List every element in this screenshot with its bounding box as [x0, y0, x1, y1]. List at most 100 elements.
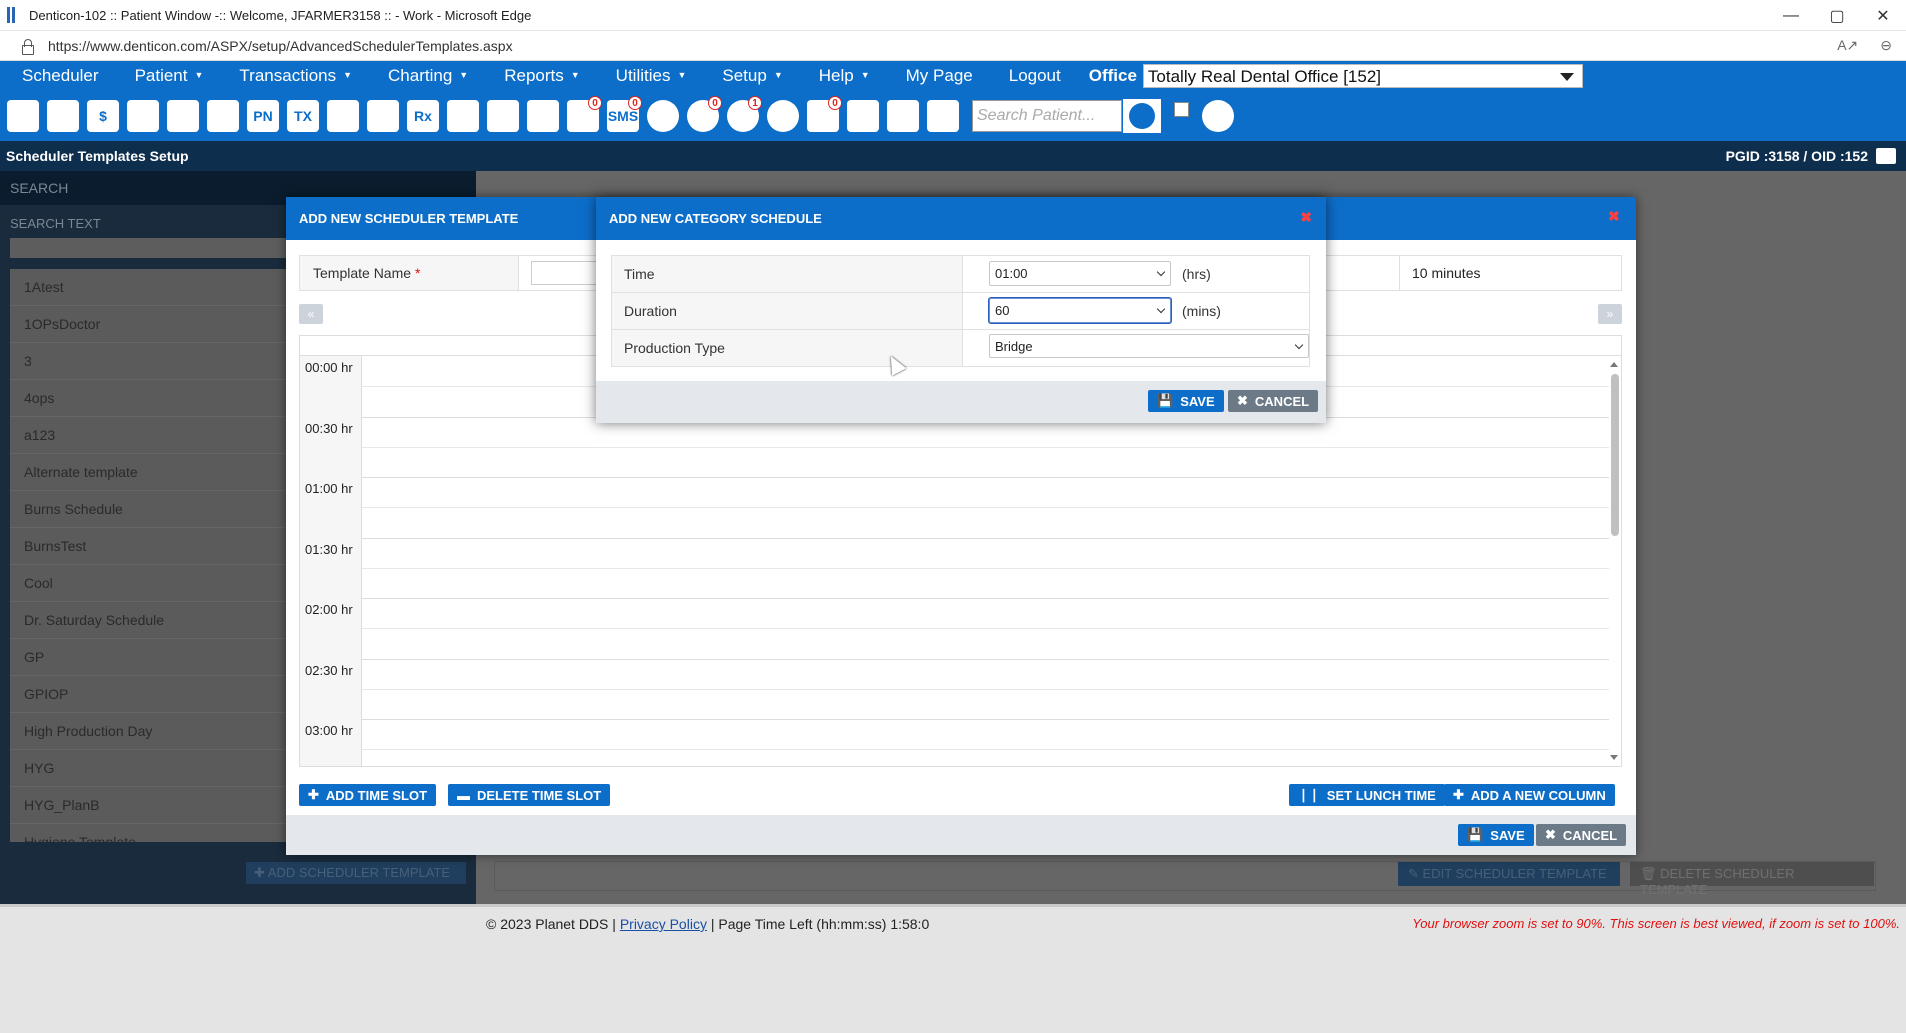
- next-columns-button[interactable]: »: [1598, 304, 1622, 324]
- menu-my-page[interactable]: My Page: [884, 66, 987, 86]
- read-aloud-icon[interactable]: A↗: [1837, 37, 1858, 54]
- delete-scheduler-template-button[interactable]: 🗑 DELETE SCHEDULER TEMPLATE: [1630, 862, 1874, 897]
- edit-scheduler-template-label: EDIT SCHEDULER TEMPLATE: [1422, 866, 1607, 881]
- add-family-icon[interactable]: [364, 96, 402, 136]
- duration-select-value: 60: [995, 303, 1010, 318]
- pn-icon[interactable]: PN: [244, 96, 282, 136]
- support-icon[interactable]: 1: [724, 96, 762, 136]
- tooth-icon[interactable]: [164, 96, 202, 136]
- set-lunch-time-button[interactable]: ❘❘ SET LUNCH TIME: [1289, 784, 1445, 806]
- template-name-text: Template Name: [313, 265, 412, 281]
- tx-icon[interactable]: TX: [284, 96, 322, 136]
- grid-scrollbar[interactable]: [1607, 356, 1621, 766]
- page-header: Scheduler Templates Setup PGID :3158 / O…: [0, 141, 1906, 171]
- scroll-up-icon[interactable]: [1610, 362, 1618, 367]
- close-window-icon[interactable]: ✕: [1860, 0, 1906, 31]
- toolbar-checkbox[interactable]: [1174, 101, 1189, 117]
- time-column: 00:00 hr 00:30 hr 01:00 hr 01:30 hr 02:00 hr…: [300, 356, 362, 766]
- print-icon[interactable]: [1876, 148, 1896, 164]
- scroll-down-icon[interactable]: [1610, 755, 1618, 760]
- close-icon[interactable]: ✖: [1300, 209, 1312, 226]
- menu-transactions[interactable]: Transactions ▼: [217, 66, 366, 86]
- previous-columns-button[interactable]: «: [299, 304, 323, 324]
- addressbar-actions: A↗ ⊖: [1837, 37, 1892, 54]
- template-name-input[interactable]: [531, 261, 601, 285]
- users-icon[interactable]: [844, 96, 882, 136]
- zoom-out-icon[interactable]: ⊖: [1880, 37, 1892, 54]
- page-time-left: | Page Time Left (hh:mm:ss) 1:58:0: [706, 916, 930, 932]
- menu-label: Patient: [134, 66, 188, 85]
- teeth-icon[interactable]: [204, 96, 242, 136]
- dialog-header: ADD NEW CATEGORY SCHEDULE ✖: [596, 197, 1326, 240]
- caret-down-icon: ▼: [773, 70, 783, 80]
- minimize-icon[interactable]: —: [1768, 0, 1814, 31]
- category-cancel-button[interactable]: ✖ CANCEL: [1228, 390, 1319, 412]
- scroll-thumb[interactable]: [1611, 374, 1619, 536]
- rx-icon[interactable]: Rx: [404, 96, 442, 136]
- add-scheduler-template-button[interactable]: ✚ ADD SCHEDULER TEMPLATE: [246, 862, 466, 884]
- delete-time-slot-button[interactable]: ▬ DELETE TIME SLOT: [448, 784, 611, 806]
- duration-select[interactable]: 60: [989, 298, 1171, 323]
- close-icon[interactable]: ✖: [1608, 209, 1622, 223]
- rx-glyph: Rx: [407, 100, 439, 132]
- home-icon[interactable]: [4, 96, 42, 136]
- url-field[interactable]: https://www.denticon.com/ASPX/setup/Adva…: [48, 38, 513, 54]
- group-search-icon[interactable]: [1199, 96, 1237, 136]
- category-save-button[interactable]: 💾 SAVE: [1148, 390, 1224, 412]
- pn-glyph: PN: [247, 100, 279, 132]
- add-patient-icon[interactable]: [324, 96, 362, 136]
- dialog-title: ADD NEW CATEGORY SCHEDULE: [609, 211, 822, 226]
- menu-help[interactable]: Help ▼: [797, 66, 884, 86]
- menu-charting[interactable]: Charting ▼: [366, 66, 482, 86]
- lock-icon[interactable]: [20, 38, 34, 55]
- template-save-button[interactable]: 💾 SAVE: [1458, 824, 1534, 846]
- web-icon[interactable]: [764, 96, 802, 136]
- template-cancel-button[interactable]: ✖ CANCEL: [1536, 824, 1627, 846]
- calendar-icon[interactable]: [44, 96, 82, 136]
- menu-scheduler[interactable]: Scheduler: [0, 66, 113, 86]
- grid-line: [362, 477, 1609, 478]
- add-new-column-button[interactable]: ✚ ADD A NEW COLUMN: [1444, 784, 1615, 806]
- globe-user-icon[interactable]: 0: [684, 96, 722, 136]
- production-type-select[interactable]: Bridge: [989, 334, 1309, 358]
- add-time-slot-button[interactable]: ✚ ADD TIME SLOT: [299, 784, 437, 806]
- maximize-icon[interactable]: ▢: [1814, 0, 1860, 31]
- pencil-list-icon[interactable]: [124, 96, 162, 136]
- time-select[interactable]: 01:00: [989, 261, 1171, 286]
- time-slot-label: 02:00 hr: [305, 602, 353, 617]
- time-slot-label: 01:00 hr: [305, 481, 353, 496]
- time-slot-label: 03:00 hr: [305, 723, 353, 738]
- page-title: Scheduler Templates Setup: [6, 148, 189, 164]
- menu-reports[interactable]: Reports ▼: [482, 66, 593, 86]
- menu-logout[interactable]: Logout: [987, 66, 1075, 86]
- time-slot-label: 01:30 hr: [305, 541, 353, 557]
- mail-icon[interactable]: [524, 96, 562, 136]
- pgid-oid-text: PGID :3158 / OID :152: [1725, 148, 1868, 164]
- document-icon[interactable]: [484, 96, 522, 136]
- privacy-policy-link[interactable]: Privacy Policy: [620, 916, 707, 932]
- template-save-label: SAVE: [1490, 827, 1525, 843]
- search-patient-button[interactable]: [1122, 98, 1162, 134]
- pencil-list-glyph: [127, 100, 159, 132]
- printer-icon[interactable]: [884, 96, 922, 136]
- plus-icon: ✚: [308, 787, 319, 802]
- menu-patient[interactable]: Patient ▼: [113, 66, 218, 86]
- sms-icon[interactable]: SMS 0: [604, 96, 642, 136]
- edit-scheduler-template-button[interactable]: ✎ EDIT SCHEDULER TEMPLATE: [1398, 862, 1620, 886]
- clock-icon[interactable]: [644, 96, 682, 136]
- time-slot-label: 02:30 hr: [305, 662, 353, 678]
- notes-icon[interactable]: [444, 96, 482, 136]
- search-text-label: SEARCH TEXT: [10, 216, 101, 231]
- menu-utilities[interactable]: Utilities ▼: [594, 66, 701, 86]
- office-select[interactable]: Totally Real Dental Office [152]: [1142, 64, 1583, 88]
- menu-setup[interactable]: Setup ▼: [700, 66, 796, 86]
- download-icon[interactable]: [924, 96, 962, 136]
- search-patient-input[interactable]: Search Patient...: [972, 100, 1122, 132]
- message-icon[interactable]: 0: [564, 96, 602, 136]
- grid-line: [362, 628, 1609, 630]
- printer-glyph: [887, 100, 919, 132]
- time-select-value: 01:00: [995, 266, 1028, 281]
- task-icon[interactable]: 0: [804, 96, 842, 136]
- close-icon: ✖: [1237, 393, 1248, 408]
- dollar-icon[interactable]: $: [84, 96, 122, 136]
